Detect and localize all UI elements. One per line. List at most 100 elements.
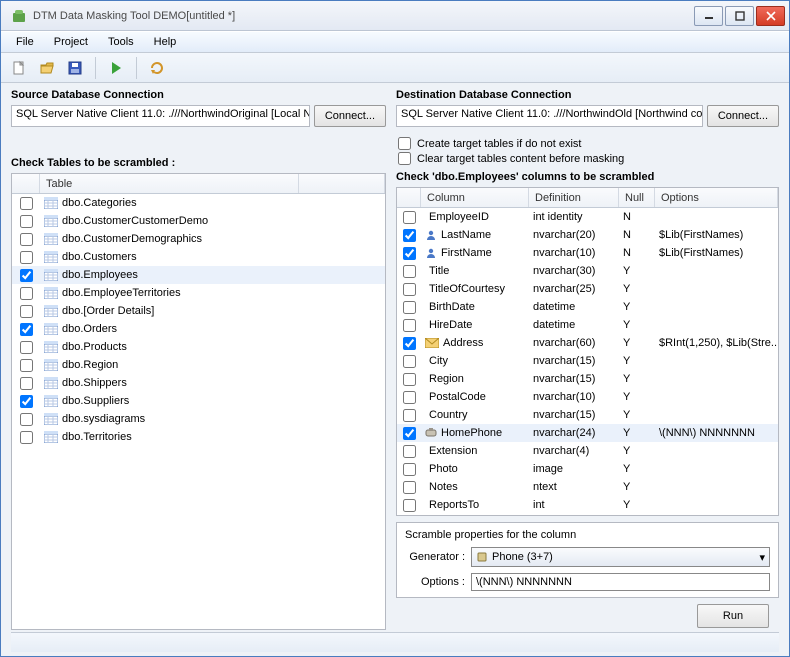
menu-help[interactable]: Help: [145, 33, 186, 51]
column-row[interactable]: Addressnvarchar(60)Y$RInt(1,250), $Lib(S…: [397, 334, 778, 352]
close-button[interactable]: [756, 6, 785, 26]
table-checkbox[interactable]: [20, 413, 33, 426]
column-name: LastName: [441, 229, 491, 241]
table-checkbox[interactable]: [20, 323, 33, 336]
options-input[interactable]: [471, 573, 770, 591]
table-checkbox[interactable]: [20, 341, 33, 354]
columns-col-column[interactable]: Column: [421, 188, 529, 207]
column-checkbox[interactable]: [403, 409, 416, 422]
table-checkbox[interactable]: [20, 377, 33, 390]
destination-connection-field[interactable]: SQL Server Native Client 11.0: .///North…: [396, 105, 703, 127]
table-row[interactable]: dbo.Shippers: [12, 374, 385, 392]
table-checkbox[interactable]: [20, 269, 33, 282]
table-row[interactable]: dbo.[Order Details]: [12, 302, 385, 320]
column-checkbox[interactable]: [403, 463, 416, 476]
menu-file[interactable]: File: [7, 33, 43, 51]
columns-grid[interactable]: Column Definition Null Options EmployeeI…: [396, 187, 779, 516]
column-null: Y: [619, 283, 655, 295]
maximize-button[interactable]: [725, 6, 754, 26]
create-tables-check[interactable]: Create target tables if do not exist: [398, 137, 779, 150]
table-row[interactable]: dbo.Products: [12, 338, 385, 356]
table-checkbox[interactable]: [20, 197, 33, 210]
column-row[interactable]: HireDatedatetimeY: [397, 316, 778, 334]
column-row[interactable]: FirstNamenvarchar(10)N$Lib(FirstNames): [397, 244, 778, 262]
column-checkbox[interactable]: [403, 265, 416, 278]
table-row[interactable]: dbo.CustomerDemographics: [12, 230, 385, 248]
column-row[interactable]: Titlenvarchar(30)Y: [397, 262, 778, 280]
column-checkbox[interactable]: [403, 499, 416, 512]
open-button[interactable]: [35, 56, 59, 80]
column-row[interactable]: HomePhonenvarchar(24)Y\(NNN\) NNNNNNN: [397, 424, 778, 442]
columns-col-opts[interactable]: Options: [655, 188, 778, 207]
column-row[interactable]: PhotoPathnvarchar(255)Y: [397, 514, 778, 515]
create-tables-checkbox[interactable]: [398, 137, 411, 150]
table-row[interactable]: dbo.Customers: [12, 248, 385, 266]
table-row[interactable]: dbo.Employees: [12, 266, 385, 284]
column-null: Y: [619, 301, 655, 313]
column-row[interactable]: Citynvarchar(15)Y: [397, 352, 778, 370]
column-checkbox[interactable]: [403, 373, 416, 386]
column-checkbox[interactable]: [403, 319, 416, 332]
column-checkbox[interactable]: [403, 337, 416, 350]
run-toolbar-button[interactable]: [104, 56, 128, 80]
column-checkbox[interactable]: [403, 481, 416, 494]
column-checkbox[interactable]: [403, 301, 416, 314]
table-row[interactable]: dbo.sysdiagrams: [12, 410, 385, 428]
column-checkbox[interactable]: [403, 283, 416, 296]
menu-project[interactable]: Project: [45, 33, 97, 51]
menu-tools[interactable]: Tools: [99, 33, 143, 51]
table-row[interactable]: dbo.CustomerCustomerDemo: [12, 212, 385, 230]
tables-check-header[interactable]: [12, 174, 40, 193]
columns-col-null[interactable]: Null: [619, 188, 655, 207]
table-checkbox[interactable]: [20, 233, 33, 246]
table-row[interactable]: dbo.Territories: [12, 428, 385, 446]
table-checkbox[interactable]: [20, 251, 33, 264]
column-def: nvarchar(15): [529, 373, 619, 385]
refresh-button[interactable]: [145, 56, 169, 80]
column-checkbox[interactable]: [403, 445, 416, 458]
table-checkbox[interactable]: [20, 359, 33, 372]
column-row[interactable]: PostalCodenvarchar(10)Y: [397, 388, 778, 406]
column-row[interactable]: TitleOfCourtesynvarchar(25)Y: [397, 280, 778, 298]
generator-select[interactable]: Phone (3+7) ▾: [471, 547, 770, 567]
column-row[interactable]: LastNamenvarchar(20)N$Lib(FirstNames): [397, 226, 778, 244]
source-connect-button[interactable]: Connect...: [314, 105, 386, 127]
column-row[interactable]: Regionnvarchar(15)Y: [397, 370, 778, 388]
tables-grid[interactable]: Table dbo.Categoriesdbo.CustomerCustomer…: [11, 173, 386, 630]
column-checkbox[interactable]: [403, 391, 416, 404]
table-checkbox[interactable]: [20, 431, 33, 444]
column-row[interactable]: PhotoimageY: [397, 460, 778, 478]
source-connection-field[interactable]: SQL Server Native Client 11.0: .///North…: [11, 105, 310, 127]
column-checkbox[interactable]: [403, 355, 416, 368]
table-checkbox[interactable]: [20, 215, 33, 228]
table-checkbox[interactable]: [20, 287, 33, 300]
run-button[interactable]: Run: [697, 604, 769, 628]
clear-tables-check[interactable]: Clear target tables content before maski…: [398, 152, 779, 165]
column-row[interactable]: ReportsTointY: [397, 496, 778, 514]
column-row[interactable]: NotesntextY: [397, 478, 778, 496]
table-checkbox[interactable]: [20, 305, 33, 318]
table-row[interactable]: dbo.Categories: [12, 194, 385, 212]
tables-col-table[interactable]: Table: [40, 174, 299, 193]
table-row[interactable]: dbo.EmployeeTerritories: [12, 284, 385, 302]
columns-check-header[interactable]: [397, 188, 421, 207]
columns-col-def[interactable]: Definition: [529, 188, 619, 207]
clear-tables-checkbox[interactable]: [398, 152, 411, 165]
column-row[interactable]: Extensionnvarchar(4)Y: [397, 442, 778, 460]
column-checkbox[interactable]: [403, 247, 416, 260]
tables-col-blank[interactable]: [299, 174, 385, 193]
new-button[interactable]: [7, 56, 31, 80]
table-row[interactable]: dbo.Region: [12, 356, 385, 374]
minimize-button[interactable]: [694, 6, 723, 26]
table-row[interactable]: dbo.Suppliers: [12, 392, 385, 410]
column-row[interactable]: Countrynvarchar(15)Y: [397, 406, 778, 424]
save-button[interactable]: [63, 56, 87, 80]
column-checkbox[interactable]: [403, 229, 416, 242]
column-row[interactable]: BirthDatedatetimeY: [397, 298, 778, 316]
table-row[interactable]: dbo.Orders: [12, 320, 385, 338]
column-checkbox[interactable]: [403, 427, 416, 440]
destination-connect-button[interactable]: Connect...: [707, 105, 779, 127]
table-checkbox[interactable]: [20, 395, 33, 408]
column-checkbox[interactable]: [403, 211, 416, 224]
column-row[interactable]: EmployeeIDint identityN: [397, 208, 778, 226]
